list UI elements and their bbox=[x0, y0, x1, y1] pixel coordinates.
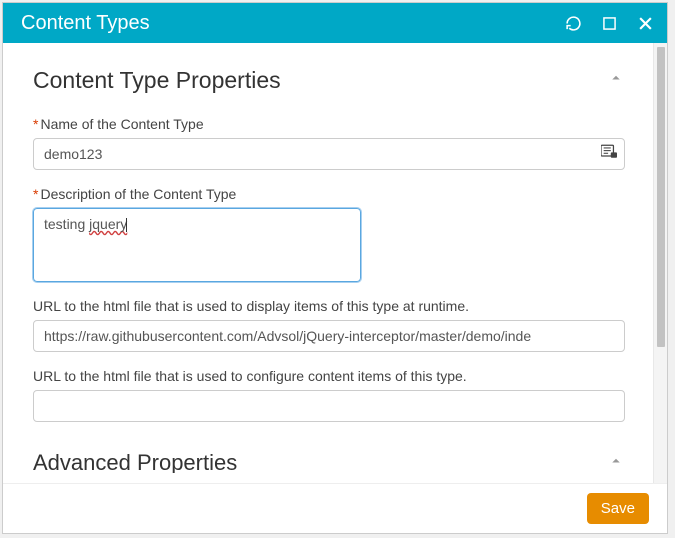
dialog-footer: Save bbox=[3, 483, 667, 533]
name-input[interactable] bbox=[33, 138, 625, 170]
description-label: *Description of the Content Type bbox=[33, 186, 625, 202]
name-label: *Name of the Content Type bbox=[33, 116, 625, 132]
scrollbar-thumb[interactable] bbox=[657, 47, 665, 347]
titlebar-actions bbox=[563, 13, 655, 33]
config-url-label: URL to the html file that is used to con… bbox=[33, 368, 625, 384]
field-name: *Name of the Content Type bbox=[33, 116, 625, 170]
display-url-input[interactable] bbox=[33, 320, 625, 352]
text-cursor bbox=[126, 218, 127, 232]
titlebar: Content Types bbox=[3, 3, 667, 43]
description-textarea[interactable]: testing jquery bbox=[33, 208, 361, 282]
chevron-up-icon[interactable] bbox=[607, 450, 625, 473]
spell-error: jquery bbox=[89, 216, 127, 232]
form-icon[interactable] bbox=[601, 145, 617, 164]
section-title: Content Type Properties bbox=[33, 67, 607, 94]
save-button[interactable]: Save bbox=[587, 493, 649, 524]
maximize-icon[interactable] bbox=[599, 13, 619, 33]
section-header[interactable]: Content Type Properties bbox=[33, 67, 625, 94]
content-wrap: Content Type Properties *Name of the Con… bbox=[3, 43, 667, 483]
display-url-label: URL to the html file that is used to dis… bbox=[33, 298, 625, 314]
refresh-icon[interactable] bbox=[563, 13, 583, 33]
close-icon[interactable] bbox=[635, 13, 655, 33]
required-marker: * bbox=[33, 116, 38, 132]
field-config-url: URL to the html file that is used to con… bbox=[33, 368, 625, 422]
advanced-section-header[interactable]: Advanced Properties bbox=[33, 450, 625, 473]
dialog-title: Content Types bbox=[21, 12, 563, 35]
required-marker: * bbox=[33, 186, 38, 202]
name-input-wrap bbox=[33, 138, 625, 170]
field-description: *Description of the Content Type testing… bbox=[33, 186, 625, 282]
field-display-url: URL to the html file that is used to dis… bbox=[33, 298, 625, 352]
content-area: Content Type Properties *Name of the Con… bbox=[3, 43, 653, 473]
config-url-input[interactable] bbox=[33, 390, 625, 422]
dialog: Content Types Content Type Properties *N… bbox=[2, 2, 668, 534]
scrollbar[interactable] bbox=[653, 43, 667, 483]
chevron-up-icon[interactable] bbox=[607, 69, 625, 92]
